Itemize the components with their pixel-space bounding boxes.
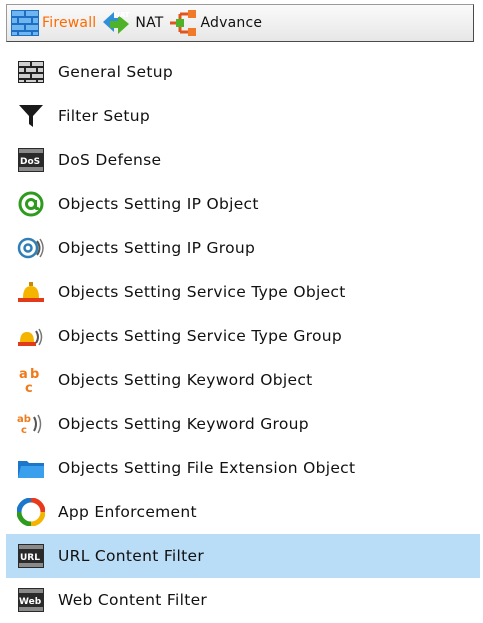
svg-text:ab: ab <box>17 414 31 425</box>
menu-item-service-type-group[interactable]: Objects Setting Service Type Group <box>6 314 480 358</box>
menu-item-general-setup[interactable]: General Setup <box>6 50 480 94</box>
menu-item-label: Objects Setting IP Group <box>58 239 256 257</box>
menu-item-label: URL Content Filter <box>58 547 205 565</box>
menu-item-label: Objects Setting Keyword Group <box>58 415 309 433</box>
menu-item-filter-setup[interactable]: Filter Setup <box>6 94 480 138</box>
menu-item-file-extension-object[interactable]: Objects Setting File Extension Object <box>6 446 480 490</box>
app-ring-icon <box>16 497 46 527</box>
url-badge-icon: URL <box>16 541 46 571</box>
folder-icon <box>16 453 46 483</box>
firewall-menu: General Setup Filter Setup DoS DoS Defen… <box>6 50 480 622</box>
menu-item-keyword-group[interactable]: ab c Objects Setting Keyword Group <box>6 402 480 446</box>
menu-item-app-enforcement[interactable]: App Enforcement <box>6 490 480 534</box>
svg-text:c: c <box>21 425 27 436</box>
menu-item-label: Web Content Filter <box>58 591 208 609</box>
abc-icon: a b c <box>16 365 46 395</box>
network-branch-icon <box>168 8 198 38</box>
bell-group-icon <box>16 321 46 351</box>
dos-icon: DoS <box>16 145 46 175</box>
menu-item-label: Objects Setting File Extension Object <box>58 459 356 477</box>
brick-wall-icon <box>16 57 46 87</box>
menu-item-service-type-object[interactable]: Objects Setting Service Type Object <box>6 270 480 314</box>
menu-item-label: Objects Setting Service Type Group <box>58 327 343 345</box>
svg-text:NAT: NAT <box>114 11 130 19</box>
at-sign-group-icon <box>16 233 46 263</box>
svg-text:URL: URL <box>20 553 40 563</box>
menu-item-label: DoS Defense <box>58 151 162 169</box>
menu-item-dos-defense[interactable]: DoS DoS Defense <box>6 138 480 182</box>
menu-item-web-content-filter[interactable]: Web Web Content Filter <box>6 578 480 622</box>
menu-item-ip-group[interactable]: Objects Setting IP Group <box>6 226 480 270</box>
brick-wall-icon <box>11 10 39 36</box>
menu-item-label: Filter Setup <box>58 107 151 125</box>
tab-nat[interactable]: NAT NAT <box>100 5 163 41</box>
top-navigation-bar: Firewall NAT NAT Advance <box>6 4 474 42</box>
tab-firewall-label: Firewall <box>42 15 97 31</box>
svg-text:a: a <box>19 367 28 382</box>
funnel-icon <box>16 101 46 131</box>
bell-icon <box>16 277 46 307</box>
svg-text:b: b <box>30 367 39 382</box>
menu-item-label: Objects Setting IP Object <box>58 195 259 213</box>
at-sign-icon <box>16 189 46 219</box>
svg-text:c: c <box>25 381 33 394</box>
menu-item-label: App Enforcement <box>58 503 197 521</box>
menu-item-label: Objects Setting Keyword Object <box>58 371 313 389</box>
tab-advance-label: Advance <box>200 15 263 31</box>
tab-nat-label: NAT <box>135 15 164 31</box>
menu-item-label: General Setup <box>58 63 174 81</box>
menu-item-label: Objects Setting Service Type Object <box>58 283 346 301</box>
abc-group-icon: ab c <box>16 409 46 439</box>
tab-advance[interactable]: Advance <box>168 5 263 41</box>
menu-item-url-content-filter[interactable]: URL URL Content Filter <box>6 534 480 578</box>
tab-firewall[interactable]: Firewall <box>11 5 96 41</box>
menu-item-ip-object[interactable]: Objects Setting IP Object <box>6 182 480 226</box>
nat-arrows-icon: NAT <box>100 8 132 38</box>
menu-item-keyword-object[interactable]: a b c Objects Setting Keyword Object <box>6 358 480 402</box>
svg-text:Web: Web <box>19 597 42 607</box>
web-badge-icon: Web <box>16 585 46 615</box>
svg-text:DoS: DoS <box>20 157 40 167</box>
